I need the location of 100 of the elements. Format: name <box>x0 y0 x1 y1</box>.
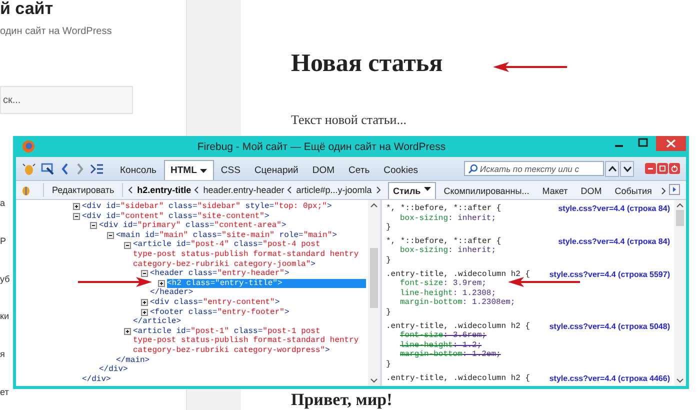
css-selector: .entry-title, .widecolumn h2 { <box>386 322 530 331</box>
html-node[interactable]: <div class="entry-content"> <box>150 298 366 308</box>
html-node[interactable]: <header class="entry-header"> <box>150 269 366 279</box>
play-icon[interactable] <box>668 184 680 195</box>
html-node[interactable]: </main> <box>116 356 366 366</box>
css-declaration[interactable]: font-size: 3.9rem; <box>386 279 670 289</box>
css-declaration[interactable]: box-sizing: inherit; <box>386 214 670 224</box>
sidebar-text-fragment: ки <box>0 311 10 322</box>
css-declaration[interactable]: margin-bottom: 1.2308em; <box>386 298 670 308</box>
html-node[interactable]: <div id="content" class="site-content"> <box>82 212 366 222</box>
chevron-up-icon[interactable] <box>370 203 378 208</box>
source-link[interactable]: style.css?ver=4.4 (строка 5048) <box>549 322 670 332</box>
site-description: один сайт на WordPress <box>0 26 113 37</box>
expand-icon[interactable] <box>141 308 148 316</box>
panel-tab[interactable]: Cookies <box>376 160 425 180</box>
side-panel-tab[interactable]: Стиль <box>388 182 436 199</box>
caret-icon <box>424 187 431 191</box>
expand-icon[interactable] <box>73 203 80 210</box>
html-node[interactable]: </article> <box>133 317 366 327</box>
source-link[interactable]: style.css?ver=4.4 (строка 4466) <box>549 374 670 384</box>
sidebar-text-fragment: a <box>0 198 6 209</box>
panel-tab[interactable]: CSS <box>214 160 248 180</box>
command-line-icon[interactable] <box>90 162 104 176</box>
edit-button[interactable]: Редактировать <box>43 183 124 197</box>
scrollbar-thumb[interactable] <box>370 248 378 308</box>
detach-panel-icon[interactable] <box>657 163 668 174</box>
search-icon <box>468 164 478 174</box>
html-node[interactable]: </div> <box>82 374 366 384</box>
collapse-icon[interactable] <box>124 242 131 249</box>
css-brace: } <box>386 223 392 233</box>
side-panel-tab[interactable]: Макет <box>537 182 573 199</box>
inspect-icon[interactable] <box>41 162 55 176</box>
side-panel-tab[interactable]: DOM <box>576 182 607 199</box>
caret-icon <box>200 168 207 172</box>
next-match-button[interactable] <box>620 160 634 176</box>
expand-icon[interactable] <box>124 328 131 336</box>
breadcrumb-link[interactable]: h2.entry-title <box>137 185 192 195</box>
browser-logo-icon <box>22 140 35 153</box>
source-link[interactable]: style.css?ver=4.4 (строка 84) <box>558 204 670 214</box>
css-declaration[interactable]: margin-bottom: 1.2em; <box>386 350 670 360</box>
html-node[interactable]: <footer class="entry-footer"> <box>150 308 366 318</box>
side-panel-tab[interactable]: Скомпилированны... <box>438 182 534 199</box>
power-icon[interactable] <box>669 163 680 174</box>
chevron-down-icon[interactable] <box>676 378 684 383</box>
sidebar-text-fragment: ет <box>0 386 10 398</box>
close-icon[interactable] <box>656 136 686 151</box>
chevron-down-icon[interactable] <box>370 378 378 383</box>
chevron-left-icon <box>194 186 200 194</box>
css-declaration[interactable]: font-size: 3.6rem; <box>386 331 670 341</box>
scrollbar[interactable] <box>368 200 380 386</box>
panel-tab[interactable]: HTML <box>164 160 214 180</box>
post-title[interactable]: Привет, мир! <box>291 390 700 410</box>
panel-tab[interactable]: DOM <box>305 160 342 180</box>
collapse-icon[interactable] <box>107 232 114 240</box>
sidebar-text-fragment: Р <box>0 236 8 247</box>
back-icon[interactable] <box>60 162 70 176</box>
panel-tab[interactable]: Сценарий <box>247 160 306 180</box>
minimize-panel-icon[interactable] <box>645 163 656 174</box>
html-node[interactable]: </header> <box>150 288 366 298</box>
window-title: Firebug - Мой сайт — Ещё один сайт на WordPress <box>196 140 447 152</box>
panel-tab[interactable]: Сеть <box>342 160 377 180</box>
scrollbar-thumb[interactable] <box>676 210 684 226</box>
chevron-up-icon <box>608 166 616 172</box>
site-title: й сайт <box>0 0 54 19</box>
collapse-icon[interactable] <box>90 222 97 230</box>
collapse-icon[interactable] <box>141 270 148 278</box>
expand-icon[interactable] <box>141 299 148 306</box>
chevron-right-icon <box>374 186 381 194</box>
scrollbar[interactable] <box>674 200 686 386</box>
collapse-icon[interactable] <box>73 212 80 220</box>
css-selector: *, *::before, *::after { <box>386 236 502 246</box>
css-selector: *, *::before, *::after { <box>386 204 502 214</box>
html-node[interactable]: <article id="post-1" class="post-1 post type-post status-publish format-standard hentry category-bez-rubriki category-wordpress"> <box>133 326 366 356</box>
panel-tab[interactable]: Консоль <box>113 160 164 180</box>
chevron-down-icon <box>622 166 632 172</box>
post-title[interactable]: Новая статья <box>291 48 700 80</box>
chevron-right-icon[interactable] <box>660 187 666 195</box>
css-selector: .entry-title, .widecolumn h2 { <box>386 270 530 279</box>
html-node[interactable]: <div id="primary" class="content-area"> <box>99 221 366 231</box>
html-node[interactable]: <main id="main" class="site-main" role="main"> <box>116 230 366 240</box>
search-field[interactable]: Искать по тексту или с <box>464 161 604 176</box>
source-link[interactable]: style.css?ver=4.4 (строка 84) <box>558 236 670 246</box>
post-text: Текст новой статьи... <box>291 112 408 128</box>
side-panel-tab[interactable]: События <box>610 182 657 199</box>
html-node[interactable]: </div> <box>99 365 366 375</box>
css-declaration[interactable]: line-height: 1.2308; <box>386 288 670 298</box>
css-selector: .entry-title, .widecolumn h2 { <box>386 374 530 384</box>
sidebar-text-fragment: я <box>0 349 6 360</box>
sidebar-text-fragment: уб <box>0 274 11 285</box>
source-link[interactable]: style.css?ver=4.4 (строка 5597) <box>549 270 670 280</box>
chevron-left-icon <box>128 186 134 194</box>
expand-icon[interactable] <box>158 280 165 288</box>
html-node[interactable]: <div id="sidebar" class="sidebar" style="top: 0px;"> <box>82 202 366 212</box>
css-declaration[interactable]: line-height: 1.2; <box>386 340 670 350</box>
breadcrumb-link[interactable]: article#p...y-joomla <box>296 185 372 195</box>
css-declaration[interactable]: box-sizing: inherit; <box>386 246 670 256</box>
breadcrumb-link[interactable]: header.entry-header <box>203 185 284 195</box>
previous-match-button[interactable] <box>605 160 619 176</box>
chevron-up-icon[interactable] <box>676 203 684 208</box>
chevron-left-icon <box>287 186 294 194</box>
